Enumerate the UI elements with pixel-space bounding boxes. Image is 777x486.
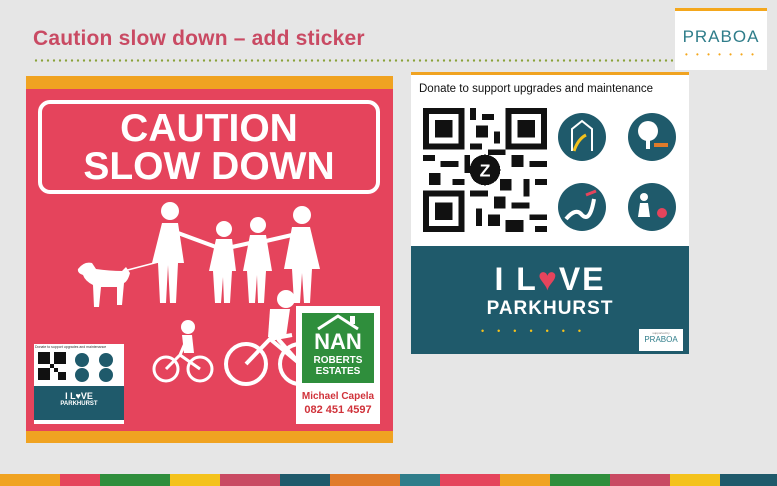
slide: Caution slow down – add sticker PRABOA •…	[0, 0, 777, 486]
heart-icon: ♥	[537, 261, 559, 297]
sponsor-sub-1: ROBERTS	[313, 355, 363, 366]
park-icons	[558, 113, 676, 231]
small-frame	[164, 340, 201, 371]
band-dots: •••••••	[481, 326, 595, 336]
sponsor-person: Michael Capela	[301, 391, 375, 402]
child-head	[216, 221, 232, 237]
adult-head	[293, 206, 311, 224]
poster-body: CAUTION SLOW DOWN Donate to support upgr…	[26, 89, 393, 431]
child-rider-body	[182, 335, 194, 353]
decorative-footer-band	[0, 474, 777, 486]
dog-silhouette	[77, 262, 130, 307]
sponsor-sub-2: ESTATES	[315, 366, 361, 377]
svg-text:Z: Z	[480, 160, 491, 180]
caution-poster: CAUTION SLOW DOWN Donate to support upgr…	[26, 76, 393, 443]
place-name: PARKHURST	[486, 298, 614, 319]
sponsor-card: NAN ROBERTS ESTATES Michael Capela 082 4…	[296, 306, 380, 424]
child-rider-head	[181, 320, 195, 334]
qr-code: Z	[423, 108, 547, 232]
i-love-text: I L♥VE	[411, 261, 689, 298]
adult-head	[161, 202, 179, 220]
dotted-divider	[33, 59, 673, 62]
slide-title: Caution slow down – add sticker	[33, 27, 365, 50]
love-suffix: VE	[558, 261, 606, 297]
nan-roberts-logo: NAN ROBERTS ESTATES	[302, 313, 374, 383]
caution-heading-box: CAUTION SLOW DOWN	[38, 100, 380, 194]
sponsor-name: NAN	[314, 329, 362, 354]
mini-park-icons	[75, 353, 113, 382]
playground-icon	[558, 113, 606, 161]
i-love-parkhurst-band: I L♥VE PARKHURST ••••••• supported by PR…	[411, 246, 689, 354]
mini-sticker-caption: Donate to support upgrades and maintenan…	[35, 345, 107, 349]
big-frame	[244, 333, 302, 366]
caution-line-2: SLOW DOWN	[83, 145, 335, 188]
small-praboa-logo: supported by PRABOA	[639, 329, 683, 351]
path-icon	[558, 183, 606, 231]
volunteers-icon	[628, 183, 676, 231]
logo-text: PRABOA	[682, 27, 760, 46]
logo-dots: • • • • • • •	[685, 50, 757, 59]
tree-bench-icon	[628, 113, 676, 161]
donation-sticker: Donate to support upgrades and maintenan…	[411, 72, 689, 354]
mini-qr-code	[38, 352, 66, 380]
child-head	[250, 217, 266, 233]
praboa-logo: PRABOA • • • • • • •	[675, 8, 767, 70]
adult-rider-body	[268, 309, 290, 337]
small-logo-text: PRABOA	[644, 335, 678, 344]
sponsor-sub: ROBERTS ESTATES	[302, 355, 374, 377]
mini-sticker-band: I L♥VE PARKHURST	[34, 386, 124, 420]
adult-rider-head	[277, 290, 295, 308]
sponsor-phone: 082 451 4597	[304, 404, 372, 416]
mini-sticker: Donate to support upgrades and maintenan…	[34, 344, 124, 424]
child-body	[209, 239, 236, 303]
mini-place-text: PARKHURST	[60, 401, 98, 407]
sticker-caption: Donate to support upgrades and maintenan…	[419, 83, 653, 95]
holding-hands	[177, 231, 293, 249]
love-prefix: I L	[494, 261, 538, 297]
caution-line-1: CAUTION	[120, 107, 298, 150]
mini-love-text: I L♥VE	[65, 391, 93, 401]
